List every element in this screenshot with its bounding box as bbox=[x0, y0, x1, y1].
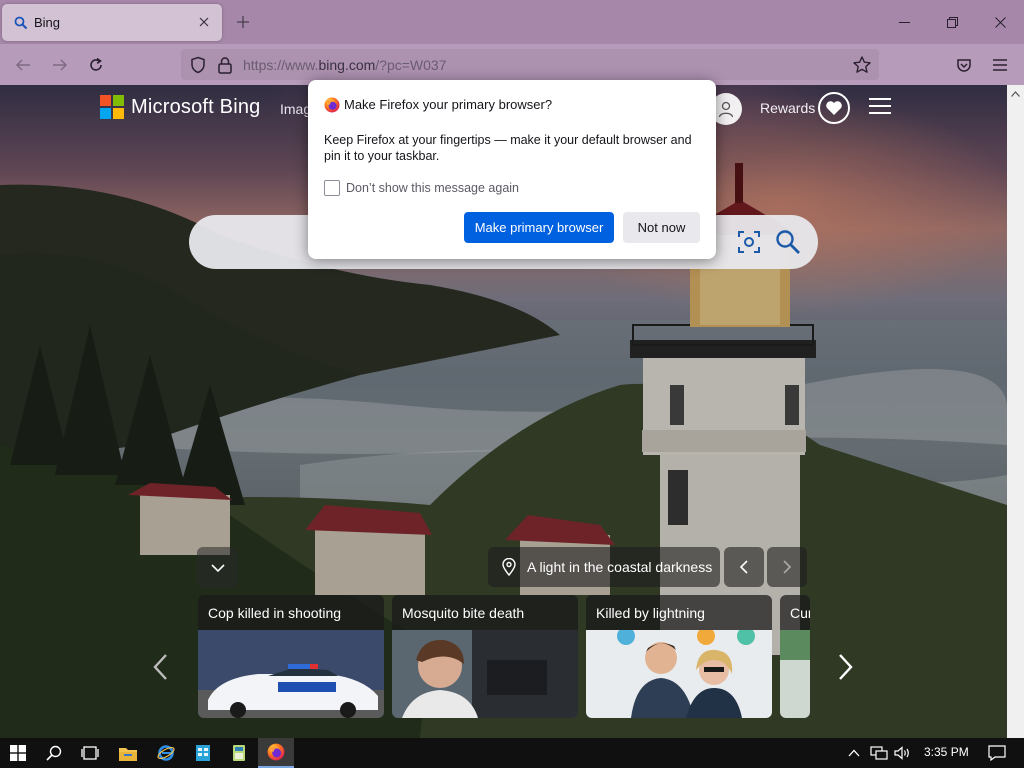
dont-show-again-checkbox[interactable] bbox=[324, 180, 340, 196]
previous-image-button[interactable] bbox=[724, 547, 764, 587]
news-card-title: Cur bbox=[790, 605, 810, 621]
dialog-title: Make Firefox your primary browser? bbox=[344, 97, 553, 112]
chevron-left-icon bbox=[153, 654, 167, 680]
page-scrollbar[interactable] bbox=[1007, 85, 1024, 738]
pocket-icon[interactable] bbox=[951, 52, 977, 78]
rewards-medal-icon[interactable] bbox=[818, 92, 850, 124]
search-icon[interactable] bbox=[775, 229, 801, 255]
news-card-image bbox=[198, 630, 384, 718]
image-caption: A light in the coastal darkness bbox=[527, 559, 713, 575]
chevron-left-icon bbox=[739, 560, 748, 574]
window-controls bbox=[880, 0, 1024, 44]
notifications-icon[interactable] bbox=[984, 738, 1010, 768]
news-card-title: Killed by lightning bbox=[596, 605, 705, 621]
minimize-icon[interactable] bbox=[880, 0, 928, 44]
news-card-title: Cop killed in shooting bbox=[208, 605, 342, 621]
carousel-next-arrow[interactable] bbox=[834, 650, 858, 684]
chevron-right-icon bbox=[783, 560, 792, 574]
lock-icon[interactable] bbox=[217, 56, 233, 74]
firefox-icon bbox=[324, 97, 340, 113]
navigation-toolbar: https://www.bing.com/?pc=W037 bbox=[0, 44, 1024, 85]
url-host: bing.com bbox=[318, 57, 376, 73]
news-card-title: Mosquito bite death bbox=[402, 605, 525, 621]
url-text[interactable]: https://www.bing.com/?pc=W037 bbox=[243, 57, 447, 73]
news-card[interactable]: Killed by lightning bbox=[586, 595, 772, 718]
make-primary-browser-button[interactable]: Make primary browser bbox=[464, 212, 614, 243]
address-bar[interactable]: https://www.bing.com/?pc=W037 bbox=[181, 49, 879, 80]
collapse-feed-button[interactable] bbox=[197, 547, 238, 588]
chevron-down-icon bbox=[210, 563, 225, 572]
reload-icon[interactable] bbox=[83, 52, 109, 78]
hamburger-menu-icon[interactable] bbox=[987, 52, 1013, 78]
rewards-label[interactable]: Rewards bbox=[760, 100, 815, 116]
taskbar-clock[interactable]: 3:35 PM bbox=[924, 745, 969, 759]
news-card[interactable]: Mosquito bite death bbox=[392, 595, 578, 718]
close-icon[interactable] bbox=[976, 0, 1024, 44]
dont-show-again-label[interactable]: Don’t show this message again bbox=[346, 181, 519, 195]
firefox-taskbar-icon[interactable] bbox=[258, 738, 294, 768]
tab-bing[interactable]: Bing bbox=[2, 4, 222, 41]
network-icon[interactable] bbox=[868, 738, 890, 768]
forward-arrow-icon[interactable] bbox=[47, 52, 73, 78]
visual-search-icon[interactable] bbox=[737, 230, 761, 254]
news-card-image bbox=[392, 630, 578, 718]
app-icon[interactable] bbox=[185, 738, 221, 768]
default-browser-dialog: Make Firefox your primary browser? Keep … bbox=[308, 80, 716, 259]
carousel-prev-arrow[interactable] bbox=[148, 650, 172, 684]
volume-icon[interactable] bbox=[892, 738, 914, 768]
news-card-image bbox=[780, 630, 810, 718]
dialog-message: Keep Firefox at your fingertips — make i… bbox=[324, 133, 692, 163]
start-icon[interactable] bbox=[0, 738, 36, 768]
app-icon[interactable] bbox=[221, 738, 257, 768]
windows-taskbar: 3:35 PM bbox=[0, 738, 1024, 768]
news-card[interactable]: Cop killed in shooting bbox=[198, 595, 384, 718]
new-tab-plus-icon[interactable] bbox=[232, 11, 254, 33]
url-prefix: https://www. bbox=[243, 57, 319, 73]
task-view-icon[interactable] bbox=[72, 738, 108, 768]
location-pin-icon bbox=[502, 558, 516, 576]
restore-icon[interactable] bbox=[928, 0, 976, 44]
chevron-right-icon bbox=[839, 654, 853, 680]
image-info-button[interactable]: A light in the coastal darkness bbox=[488, 547, 720, 587]
title-bar: Bing bbox=[0, 0, 1024, 44]
search-icon bbox=[14, 16, 28, 30]
internet-explorer-icon[interactable] bbox=[148, 738, 184, 768]
news-card[interactable]: Cur bbox=[780, 595, 810, 718]
tracking-shield-icon[interactable] bbox=[189, 56, 207, 74]
file-explorer-icon[interactable] bbox=[110, 738, 146, 768]
bing-logo-text: Microsoft Bing bbox=[131, 95, 261, 118]
news-card-image bbox=[586, 630, 772, 718]
chevron-up-icon[interactable] bbox=[844, 738, 864, 768]
next-image-button[interactable] bbox=[767, 547, 807, 587]
tab-close-icon[interactable] bbox=[194, 12, 214, 32]
bing-logo[interactable]: Microsoft Bing bbox=[100, 95, 261, 119]
tab-title: Bing bbox=[34, 15, 61, 30]
url-path: /?pc=W037 bbox=[375, 57, 447, 73]
search-icon[interactable] bbox=[36, 738, 72, 768]
bing-menu-icon[interactable] bbox=[869, 98, 891, 116]
bookmark-star-icon[interactable] bbox=[852, 55, 872, 75]
scroll-up-arrow-icon[interactable] bbox=[1007, 85, 1024, 102]
not-now-button[interactable]: Not now bbox=[623, 212, 700, 243]
microsoft-logo-icon bbox=[100, 95, 124, 119]
back-arrow-icon[interactable] bbox=[10, 52, 36, 78]
